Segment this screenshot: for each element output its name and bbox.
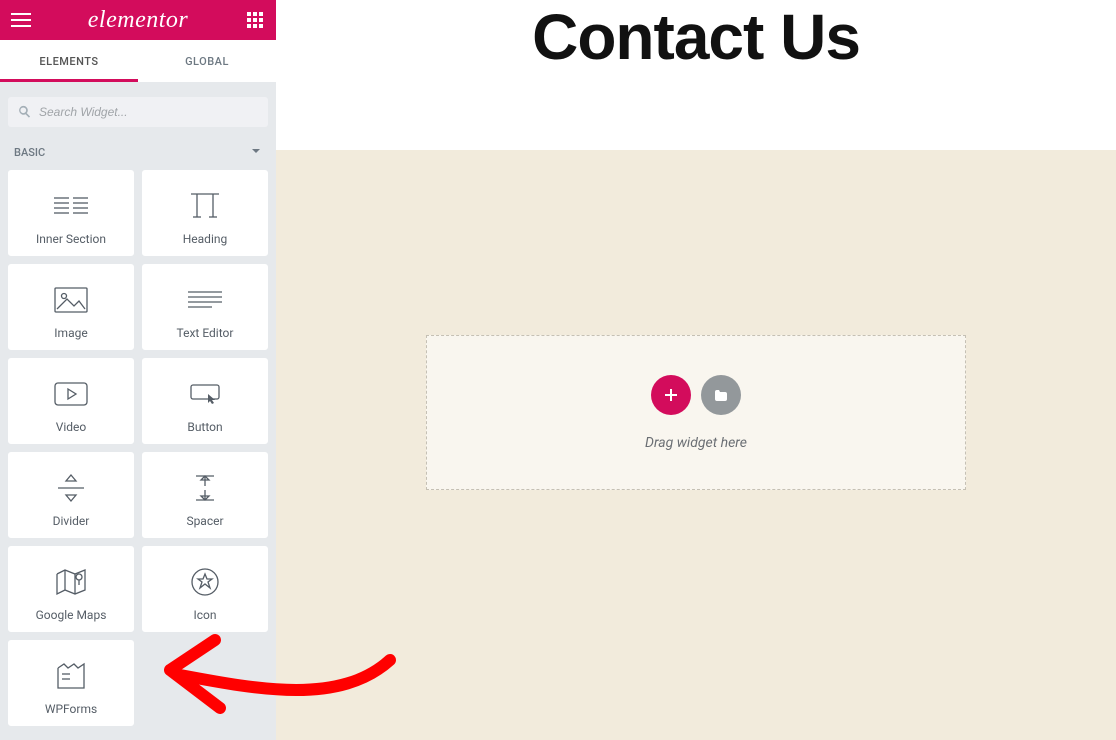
- heading-icon: [187, 186, 223, 226]
- category-label: BASIC: [14, 146, 45, 159]
- search-icon: [18, 103, 31, 122]
- search-box[interactable]: [8, 97, 268, 127]
- canvas[interactable]: Drag widget here: [276, 150, 1116, 740]
- tab-elements[interactable]: ELEMENTS: [0, 40, 138, 82]
- dropzone[interactable]: Drag widget here: [426, 335, 966, 490]
- widget-divider[interactable]: Divider: [8, 452, 134, 538]
- widget-image[interactable]: Image: [8, 264, 134, 350]
- widget-label: Icon: [193, 608, 216, 622]
- widget-heading[interactable]: Heading: [142, 170, 268, 256]
- widget-label: Video: [56, 420, 87, 434]
- widget-label: Button: [187, 420, 222, 434]
- widget-button[interactable]: Button: [142, 358, 268, 444]
- chevron-down-icon: [250, 145, 262, 160]
- icon-icon: [190, 562, 220, 602]
- brand-logo: elementor: [88, 7, 188, 34]
- widget-inner-section[interactable]: Inner Section: [8, 170, 134, 256]
- image-icon: [54, 280, 88, 320]
- elementor-sidebar: elementor ELEMENTS GLOBAL BASIC: [0, 0, 276, 740]
- apps-icon[interactable]: [244, 9, 266, 31]
- spacer-icon: [192, 468, 218, 508]
- divider-icon: [54, 468, 88, 508]
- wpforms-icon: [56, 656, 86, 696]
- inner-section-icon: [54, 186, 88, 226]
- widget-label: Image: [54, 326, 87, 340]
- add-template-button[interactable]: [701, 375, 741, 415]
- dropzone-hint: Drag widget here: [645, 435, 747, 451]
- widget-icon[interactable]: Icon: [142, 546, 268, 632]
- add-section-button[interactable]: [651, 375, 691, 415]
- widget-video[interactable]: Video: [8, 358, 134, 444]
- dropzone-buttons: [651, 375, 741, 415]
- widget-label: Google Maps: [36, 608, 107, 622]
- sidebar-tabs: ELEMENTS GLOBAL: [0, 40, 276, 82]
- widget-label: WPForms: [45, 702, 97, 716]
- search-wrap: [0, 82, 276, 137]
- widget-wpforms[interactable]: WPForms: [8, 640, 134, 726]
- widget-label: Spacer: [186, 514, 223, 528]
- page-title: Contact Us: [276, 0, 1116, 74]
- menu-icon[interactable]: [10, 9, 32, 31]
- widget-spacer[interactable]: Spacer: [142, 452, 268, 538]
- widget-text-editor[interactable]: Text Editor: [142, 264, 268, 350]
- button-icon: [188, 374, 222, 414]
- category-basic[interactable]: BASIC: [0, 137, 276, 170]
- widget-grid: Inner Section Heading: [0, 170, 276, 726]
- widget-google-maps[interactable]: Google Maps: [8, 546, 134, 632]
- google-maps-icon: [55, 562, 87, 602]
- widget-label: Inner Section: [36, 232, 106, 246]
- widget-label: Heading: [183, 232, 228, 246]
- sidebar-header: elementor: [0, 0, 276, 40]
- search-input[interactable]: [31, 105, 258, 119]
- widget-label: Divider: [53, 514, 90, 528]
- text-editor-icon: [188, 280, 222, 320]
- tab-global[interactable]: GLOBAL: [138, 40, 276, 82]
- content-area: Contact Us Drag widget here: [276, 0, 1116, 740]
- video-icon: [54, 374, 88, 414]
- widget-label: Text Editor: [177, 326, 234, 340]
